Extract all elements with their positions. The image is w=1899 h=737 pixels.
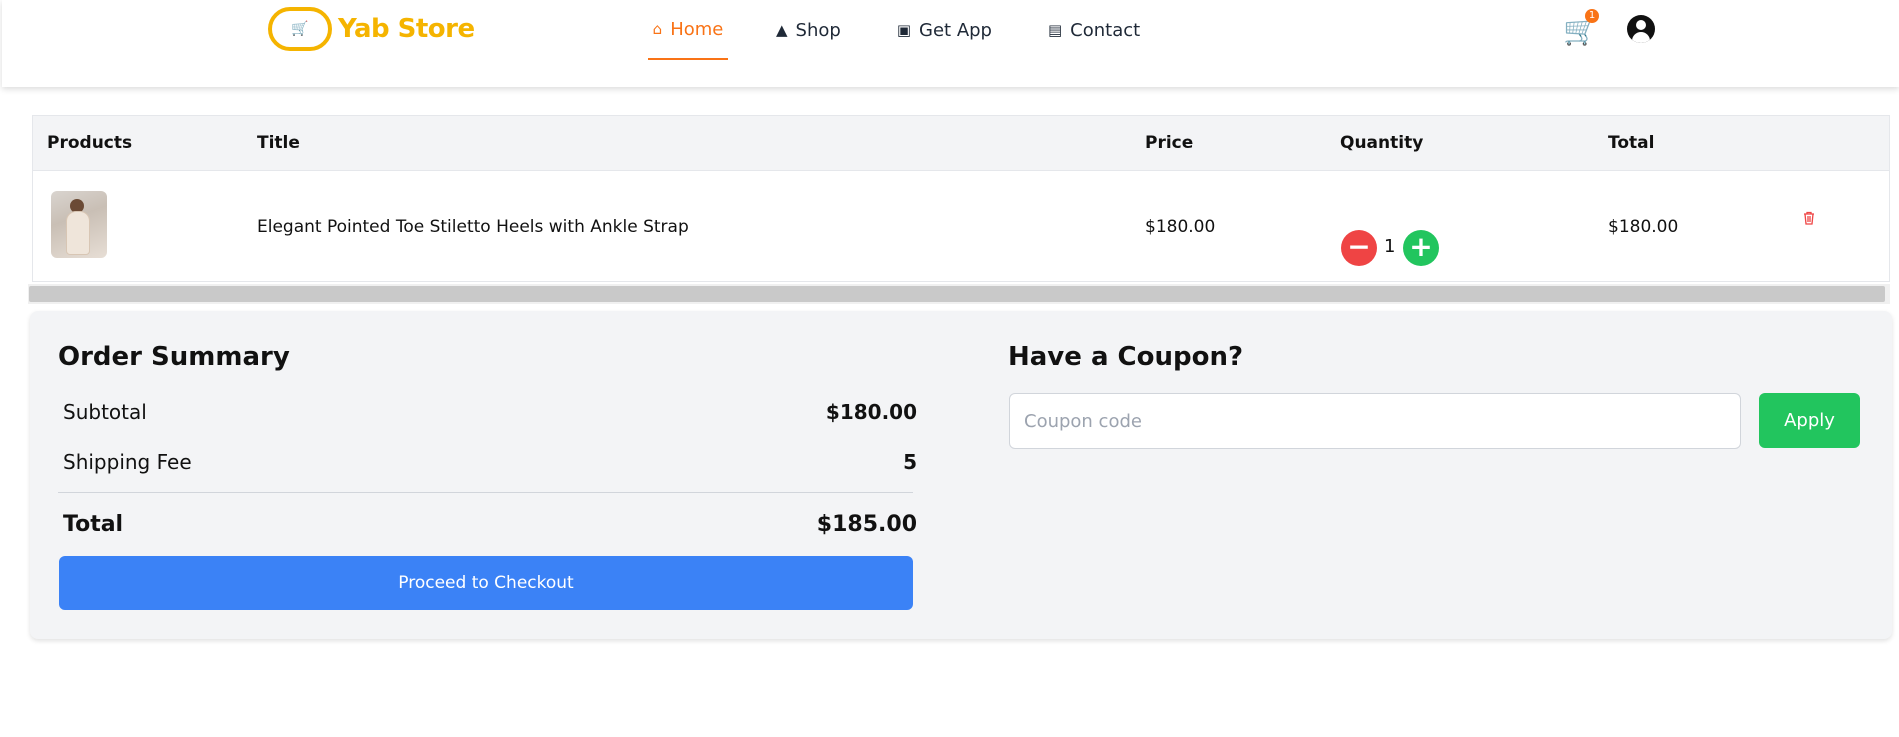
- nav-item-contact[interactable]: ▤ Contact: [1048, 0, 1140, 60]
- header-quantity: Quantity: [1340, 133, 1424, 153]
- logo[interactable]: 🛒 Yab Store: [268, 7, 475, 51]
- cart-button[interactable]: 🛒 1: [1563, 9, 1599, 47]
- header-price: Price: [1145, 133, 1194, 153]
- total-value: $185.00: [816, 512, 917, 537]
- trash-icon[interactable]: [1803, 211, 1815, 225]
- coupon-title: Have a Coupon?: [1008, 342, 1244, 372]
- home-icon: ⌂: [652, 20, 663, 38]
- subtotal-row: Subtotal $180.00: [63, 400, 917, 424]
- summary-divider: [58, 492, 913, 493]
- checkout-panel: Order Summary Subtotal $180.00 Shipping …: [30, 311, 1892, 639]
- table-header: Products Title Price Quantity Total: [33, 116, 1889, 171]
- header-total: Total: [1608, 133, 1655, 153]
- header-title: Title: [257, 133, 300, 153]
- scrollbar-thumb[interactable]: [29, 286, 1885, 302]
- order-summary-title: Order Summary: [58, 342, 290, 372]
- cart-logo-icon: 🛒: [268, 7, 332, 51]
- subtotal-label: Subtotal: [63, 400, 147, 424]
- coupon-code-input[interactable]: [1009, 393, 1741, 449]
- logo-text: Yab Store: [338, 14, 475, 44]
- nav-item-get-app[interactable]: ▣ Get App: [897, 0, 992, 60]
- increase-quantity-button[interactable]: +: [1403, 230, 1439, 266]
- site-header: 🛒 Yab Store ⌂ Home ▲ Shop ▣ Get App ▤ Co…: [2, 0, 1899, 87]
- app-icon: ▣: [896, 21, 912, 39]
- total-row: Total $185.00: [63, 512, 917, 537]
- decrease-quantity-button[interactable]: −: [1341, 230, 1377, 266]
- main-nav: ⌂ Home ▲ Shop ▣ Get App ▤ Contact: [648, 0, 1140, 60]
- subtotal-value: $180.00: [825, 400, 917, 424]
- nav-label-contact: Contact: [1070, 19, 1141, 41]
- shipping-label: Shipping Fee: [63, 450, 192, 474]
- user-account-icon[interactable]: [1627, 15, 1655, 43]
- proceed-to-checkout-button[interactable]: Proceed to Checkout: [59, 556, 913, 610]
- nav-label-home: Home: [670, 18, 724, 40]
- header-products: Products: [47, 133, 133, 153]
- contact-icon: ▤: [1047, 21, 1063, 39]
- horizontal-scrollbar[interactable]: [28, 284, 1890, 304]
- shipping-value: 5: [903, 450, 917, 474]
- product-price: $180.00: [1145, 217, 1216, 237]
- shapes-icon: ▲: [776, 21, 788, 39]
- shipping-row: Shipping Fee 5: [63, 450, 917, 474]
- product-title: Elegant Pointed Toe Stiletto Heels with …: [257, 217, 689, 237]
- row-total: $180.00: [1608, 217, 1679, 237]
- product-image[interactable]: [51, 191, 107, 258]
- cart-count-badge: 1: [1585, 9, 1599, 23]
- quantity-value: 1: [1384, 236, 1396, 257]
- nav-item-home[interactable]: ⌂ Home: [648, 0, 728, 60]
- total-label: Total: [63, 512, 124, 537]
- apply-coupon-button[interactable]: Apply: [1759, 393, 1860, 448]
- table-row: Elegant Pointed Toe Stiletto Heels with …: [33, 172, 1889, 282]
- nav-label-shop: Shop: [795, 19, 841, 41]
- nav-label-get-app: Get App: [919, 19, 992, 41]
- cart-table: Products Title Price Quantity Total Eleg…: [32, 115, 1890, 282]
- nav-item-shop[interactable]: ▲ Shop: [776, 0, 841, 60]
